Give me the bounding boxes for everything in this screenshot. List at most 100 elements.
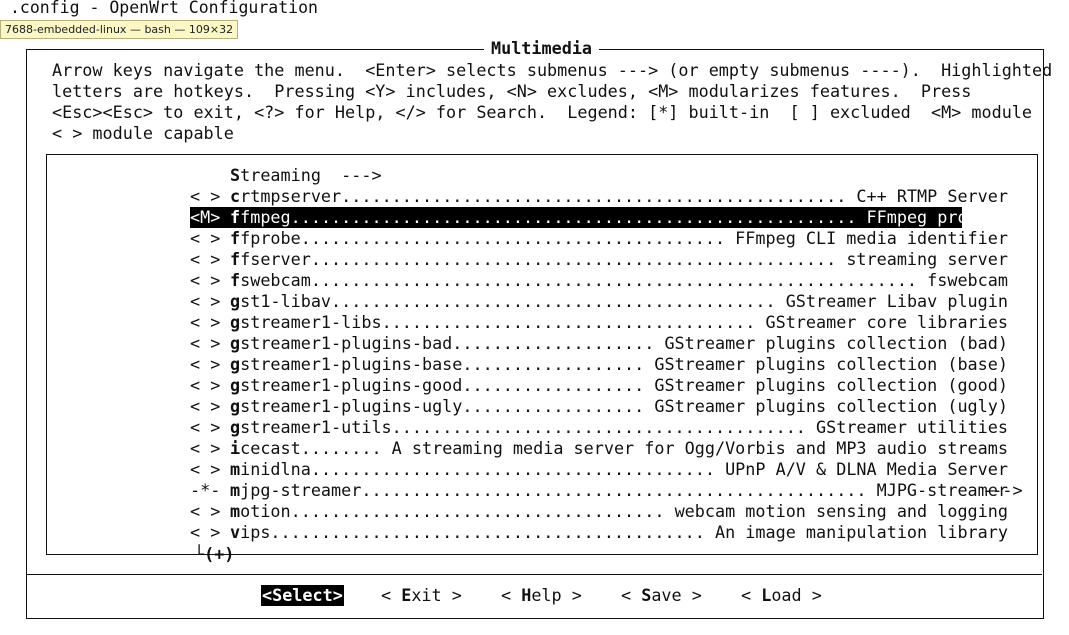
menu-item-state[interactable]: < > xyxy=(190,354,230,375)
menu-item[interactable]: < > gstreamer1-plugins-base..............… xyxy=(190,354,1008,375)
menu-item-state[interactable]: < > xyxy=(190,270,230,291)
terminal-tooltip: 7688-embedded-linux — bash — 109×32 xyxy=(0,20,239,39)
menu-item-state[interactable]: < > xyxy=(190,417,230,438)
menu-item-name: streamer1-plugins-ugly xyxy=(240,396,463,416)
menu-item-label: gstreamer1-plugins-good.................… xyxy=(230,375,1008,396)
menu-item[interactable]: < > gstreamer1-plugins-good..............… xyxy=(190,375,1008,396)
menu-item-hotkey: g xyxy=(230,354,241,374)
menu-item-name: streamer1-utils xyxy=(240,417,392,437)
menu-item-description: FFmpeg CLI media identifier xyxy=(735,228,1008,248)
menu-item-name: fprobe xyxy=(240,228,301,248)
menu-item[interactable]: < > icecast........ A streaming media ser… xyxy=(190,438,1008,459)
menu-item-description: GStreamer plugins collection (base) xyxy=(654,354,1008,374)
menu-item-leader: ........................................… xyxy=(270,522,715,542)
menu-item[interactable]: < > gstreamer1-plugins-bad...............… xyxy=(190,333,1008,354)
menu-item-hotkey: g xyxy=(230,396,241,416)
menu-item-state[interactable]: <M> xyxy=(190,207,230,228)
menu-item-state[interactable]: < > xyxy=(190,333,230,354)
menu-item-leader: .................. xyxy=(462,354,655,374)
menu-item-name: jpg-streamer xyxy=(240,480,362,500)
menu-item-leader: ........................................ xyxy=(310,459,726,479)
menu-item-leader: ........ xyxy=(300,438,392,458)
exit-button[interactable]: < Exit > xyxy=(381,585,462,606)
menu-item-name: treaming ---> xyxy=(240,165,382,185)
menu-item-state[interactable]: < > xyxy=(190,522,230,543)
menu-item[interactable]: < > gstreamer1-plugins-ugly..............… xyxy=(190,396,1008,417)
menu-item-label: gstreamer1-plugins-ugly.................… xyxy=(230,396,1008,417)
menu-item-hotkey: g xyxy=(230,333,241,353)
menu-item[interactable]: < > gstreamer1-libs......................… xyxy=(190,312,1008,333)
menu-item-leader: ........................................… xyxy=(310,249,847,269)
menu-item-hotkey: S xyxy=(230,165,241,185)
menu-item-hotkey: f xyxy=(230,249,241,269)
menu-item-leader: ........................................… xyxy=(290,207,867,227)
menu-item-label: ffserver................................… xyxy=(230,249,1008,270)
menu-item-name: swebcam xyxy=(240,270,311,290)
menu-item-label: icecast........ A streaming media server… xyxy=(230,438,1008,459)
menu-item-leader: ........................................… xyxy=(331,291,786,311)
menu-item-hotkey: m xyxy=(230,480,241,500)
menu-item[interactable]: -*- mjpg-streamer........................… xyxy=(190,480,1023,501)
help-button[interactable]: < Help > xyxy=(501,585,582,606)
select-button[interactable]: <Select> xyxy=(261,585,344,606)
menu-item-description: webcam motion sensing and logging xyxy=(674,501,1008,521)
menu-item-state[interactable]: < > xyxy=(190,228,230,249)
save-button[interactable]: < Save > xyxy=(621,585,702,606)
menu-item[interactable]: < > minidlna.............................… xyxy=(190,459,1008,480)
menu-item[interactable]: < > ffserver.............................… xyxy=(190,249,1008,270)
menu-item-description: C++ RTMP Server xyxy=(856,186,1008,206)
menu-item-state[interactable]: < > xyxy=(190,186,230,207)
menu-item-label: minidlna................................… xyxy=(230,459,1008,480)
help-line-1: Arrow keys navigate the menu. <Enter> se… xyxy=(52,60,1053,80)
menu-item[interactable]: < > vips.................................… xyxy=(190,522,1008,543)
menu-item-state[interactable]: < > xyxy=(190,459,230,480)
menu-item-hotkey: i xyxy=(230,438,241,458)
menu-item-state[interactable]: < > xyxy=(190,375,230,396)
menu-item-label: gst1-libav..............................… xyxy=(230,291,1008,312)
menu-item-description: GStreamer Libav plugin xyxy=(785,291,1008,311)
menu-item[interactable]: < > motion...............................… xyxy=(190,501,1008,522)
menu-item-state[interactable]: < > xyxy=(190,501,230,522)
help-line-2: letters are hotkeys. Pressing <Y> includ… xyxy=(52,81,972,101)
menu-item-hotkey: g xyxy=(230,375,241,395)
menu-item-name: st1-libav xyxy=(240,291,332,311)
menu-item[interactable]: < > fswebcam.............................… xyxy=(190,270,1008,291)
menu-item-name: inidlna xyxy=(240,459,311,479)
menu-item-label: ffprobe.................................… xyxy=(230,228,1008,249)
load-button[interactable]: < Load > xyxy=(741,585,822,606)
menu-item-hotkey: f xyxy=(230,228,241,248)
menu-item-state[interactable]: < > xyxy=(190,312,230,333)
menu-item-state[interactable]: < > xyxy=(190,249,230,270)
menu-item-state[interactable] xyxy=(190,165,230,186)
menu-item-state[interactable]: -*- xyxy=(190,480,230,501)
menu-item[interactable]: < > gstreamer1-utils.....................… xyxy=(190,417,1008,438)
menu-item-leader: ........................................… xyxy=(310,270,928,290)
menu-item-state[interactable]: < > xyxy=(190,438,230,459)
menu-item-state[interactable]: < > xyxy=(190,396,230,417)
menu-item-hotkey: c xyxy=(230,186,241,206)
menu-item-leader: ........................................… xyxy=(300,228,736,248)
menu-item-state[interactable]: < > xyxy=(190,291,230,312)
menu-item-leader: .................... xyxy=(452,333,665,353)
menu-item[interactable]: < > gst1-libav...........................… xyxy=(190,291,1008,312)
menu-item-label: Streaming ---> xyxy=(230,165,382,186)
window-title: .config - OpenWrt Configuration xyxy=(10,0,318,17)
menu-item[interactable]: < > ffprobe..............................… xyxy=(190,228,1008,249)
menu-item-description: GStreamer plugins collection (bad) xyxy=(664,333,1008,353)
menu-item-leader: .................. xyxy=(462,375,655,395)
menu-item-description: UPnP A/V & DLNA Media Server xyxy=(725,459,1008,479)
menu-item[interactable]: < > crtmpserver..........................… xyxy=(190,186,1008,207)
menu-item-hotkey: v xyxy=(230,522,241,542)
menu-item-description: fswebcam xyxy=(927,270,1008,290)
menu-item-name: streamer1-libs xyxy=(240,312,382,332)
menu-item-leader: ..................................... xyxy=(381,312,766,332)
menu-item[interactable]: Streaming ---> xyxy=(190,165,962,186)
help-line-4: < > module capable xyxy=(52,123,234,143)
menu-item-name: otion xyxy=(240,501,291,521)
menu-item-label: gstreamer1-plugins-base.................… xyxy=(230,354,1008,375)
menu-item-label: vips....................................… xyxy=(230,522,1008,543)
menu-item-label: gstreamer1-utils........................… xyxy=(230,417,1008,438)
button-separator xyxy=(26,574,1042,575)
menu-item[interactable]: <M> ffmpeg...............................… xyxy=(190,207,1008,228)
menu-item-name: cecast xyxy=(240,438,301,458)
